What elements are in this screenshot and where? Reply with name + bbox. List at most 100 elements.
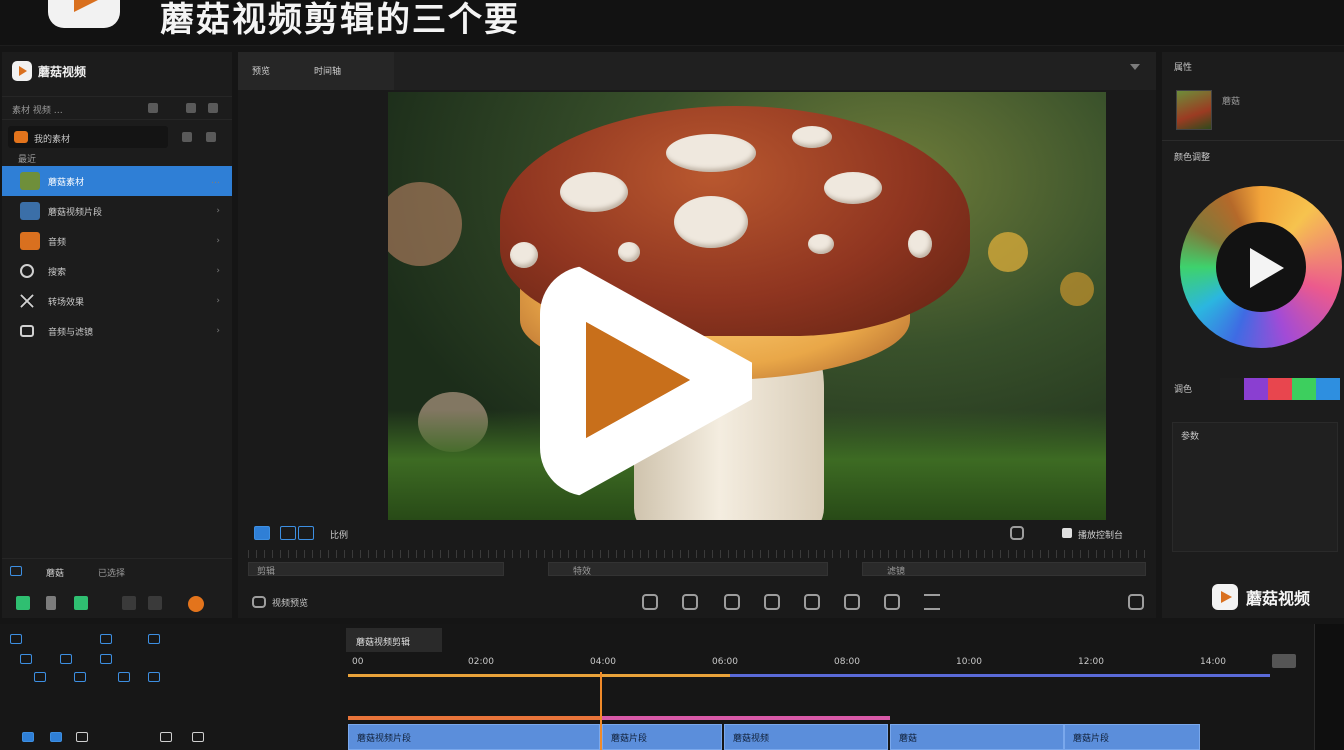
- scrub-segment[interactable]: 特效: [548, 562, 828, 577]
- select-icon[interactable]: [22, 732, 34, 742]
- columns-icon[interactable]: [884, 594, 900, 610]
- timeline-clip[interactable]: 蘑菇片段: [1064, 724, 1200, 750]
- redo-icon[interactable]: [192, 732, 204, 742]
- layer-icon[interactable]: [34, 672, 46, 682]
- media-bottom-label: 蘑菇: [46, 569, 65, 579]
- track-icon[interactable]: [10, 634, 22, 644]
- menu-icon[interactable]: [924, 594, 940, 610]
- mask-icon[interactable]: [844, 594, 860, 610]
- swatch[interactable]: [1292, 378, 1316, 400]
- cap-spot: [510, 242, 538, 268]
- ruler-tick: 14:00: [1200, 657, 1226, 667]
- media-search-text: 我的素材: [34, 135, 71, 145]
- tab-preview[interactable]: 预览 时间轴: [238, 52, 394, 90]
- app-window: 蘑菇视频剪辑的三个要 蘑菇视频 素材 视频 … 我的素材 最近 蘑菇素材 … 蘑…: [0, 0, 1344, 750]
- swatch[interactable]: [1244, 378, 1268, 400]
- link-icon[interactable]: [10, 566, 22, 576]
- snapshot-icon[interactable]: [1010, 526, 1024, 540]
- ruler-tick: 02:00: [468, 657, 494, 667]
- section-label: 最近: [18, 155, 37, 165]
- comment-icon[interactable]: [682, 594, 698, 610]
- cut-icon[interactable]: [100, 654, 112, 664]
- color-swatches: [1220, 378, 1340, 400]
- fullscreen-icon[interactable]: [1128, 594, 1144, 610]
- timeline-tab[interactable]: 蘑菇视频剪辑: [346, 628, 442, 652]
- split-icon[interactable]: [724, 594, 740, 610]
- settings-icon[interactable]: [208, 103, 218, 113]
- list-item[interactable]: 转场效果 ›: [2, 286, 232, 316]
- brand-name: 蘑菇视频: [38, 64, 87, 79]
- fit-icon[interactable]: [280, 526, 296, 540]
- chevron-down-icon[interactable]: [1130, 64, 1140, 70]
- layer-icon[interactable]: [74, 672, 86, 682]
- swatch[interactable]: [1220, 378, 1244, 400]
- brand-play-icon: [12, 61, 32, 81]
- grid-icon[interactable]: [74, 596, 88, 610]
- list-item-meta: ›: [216, 206, 220, 216]
- scrub-bar[interactable]: 剪辑 特效 滤镜: [248, 550, 1146, 577]
- list-item[interactable]: 搜索 ›: [2, 256, 232, 286]
- timeline-clip[interactable]: 蘑菇: [890, 724, 1064, 750]
- swatch[interactable]: [1316, 378, 1340, 400]
- zoom-icon[interactable]: [1272, 654, 1296, 668]
- list-item[interactable]: 蘑菇素材 …: [2, 166, 232, 196]
- scrub-segment[interactable]: 滤镜: [862, 562, 1146, 577]
- cut-icon[interactable]: [148, 596, 162, 610]
- magnet-icon[interactable]: [20, 654, 32, 664]
- timeline-tab-label: 蘑菇视频剪辑: [356, 638, 411, 648]
- list-item-meta: ›: [216, 326, 220, 336]
- audio-wave-icon[interactable]: [764, 594, 780, 610]
- list-item[interactable]: 音频 ›: [2, 226, 232, 256]
- play-icon[interactable]: [1250, 248, 1284, 288]
- clip-range: [602, 716, 890, 720]
- cap-spot: [792, 126, 832, 148]
- clip-label: 蘑菇视频片段: [357, 734, 412, 744]
- timeline-scrollbar[interactable]: [1314, 624, 1344, 750]
- layer-icon[interactable]: [148, 672, 160, 682]
- ratio-icon[interactable]: [254, 526, 270, 540]
- timeline-clip[interactable]: 蘑菇视频: [724, 724, 888, 750]
- crop-icon[interactable]: [298, 526, 314, 540]
- razor-icon[interactable]: [50, 732, 62, 742]
- delete-icon[interactable]: [206, 132, 216, 142]
- timeline-clip[interactable]: 蘑菇片段: [602, 724, 722, 750]
- divider: [1162, 140, 1344, 141]
- undo-icon[interactable]: [160, 732, 172, 742]
- ruler-tick: 10:00: [956, 657, 982, 667]
- timeline-clip[interactable]: 蘑菇视频片段: [348, 724, 600, 750]
- play-icon[interactable]: [122, 596, 136, 610]
- stop-icon[interactable]: [1062, 528, 1072, 538]
- timeline-ruler[interactable]: 00 02:00 04:00 06:00 08:00 10:00 12:00 1…: [346, 654, 1274, 672]
- menu-icon[interactable]: [76, 732, 88, 742]
- cap-spot: [618, 242, 640, 262]
- cap-spot: [674, 196, 748, 248]
- track-icon[interactable]: [148, 634, 160, 644]
- media-actions: [2, 590, 232, 616]
- swatch-label: 调色: [1174, 385, 1193, 395]
- import-icon[interactable]: [182, 132, 192, 142]
- marker-icon[interactable]: [804, 594, 820, 610]
- add-icon[interactable]: [16, 596, 30, 610]
- video-viewport[interactable]: [388, 92, 1106, 520]
- playhead[interactable]: [600, 672, 602, 750]
- transition-icon: [20, 294, 34, 308]
- list-item[interactable]: 音频与滤镜 ›: [2, 316, 232, 346]
- media-toolbar-text: 素材 视频 …: [12, 106, 63, 116]
- parameters-box: 参数: [1172, 422, 1338, 552]
- undo-icon[interactable]: [642, 594, 658, 610]
- view-icon[interactable]: [186, 103, 196, 113]
- swatch[interactable]: [1268, 378, 1292, 400]
- cap-spot: [666, 134, 756, 172]
- list-item[interactable]: 蘑菇视频片段 ›: [2, 196, 232, 226]
- filter-icon[interactable]: [148, 103, 158, 113]
- media-search[interactable]: 我的素材: [8, 126, 168, 148]
- track-icon[interactable]: [100, 634, 112, 644]
- play-triangle-icon: [586, 322, 690, 438]
- ruler-tick: 04:00: [590, 657, 616, 667]
- link-icon[interactable]: [60, 654, 72, 664]
- record-icon[interactable]: [188, 596, 204, 612]
- layer-icon[interactable]: [118, 672, 130, 682]
- trash-icon[interactable]: [46, 596, 56, 610]
- scrub-segment[interactable]: 剪辑: [248, 562, 504, 577]
- ruler-tick: 00: [352, 657, 364, 667]
